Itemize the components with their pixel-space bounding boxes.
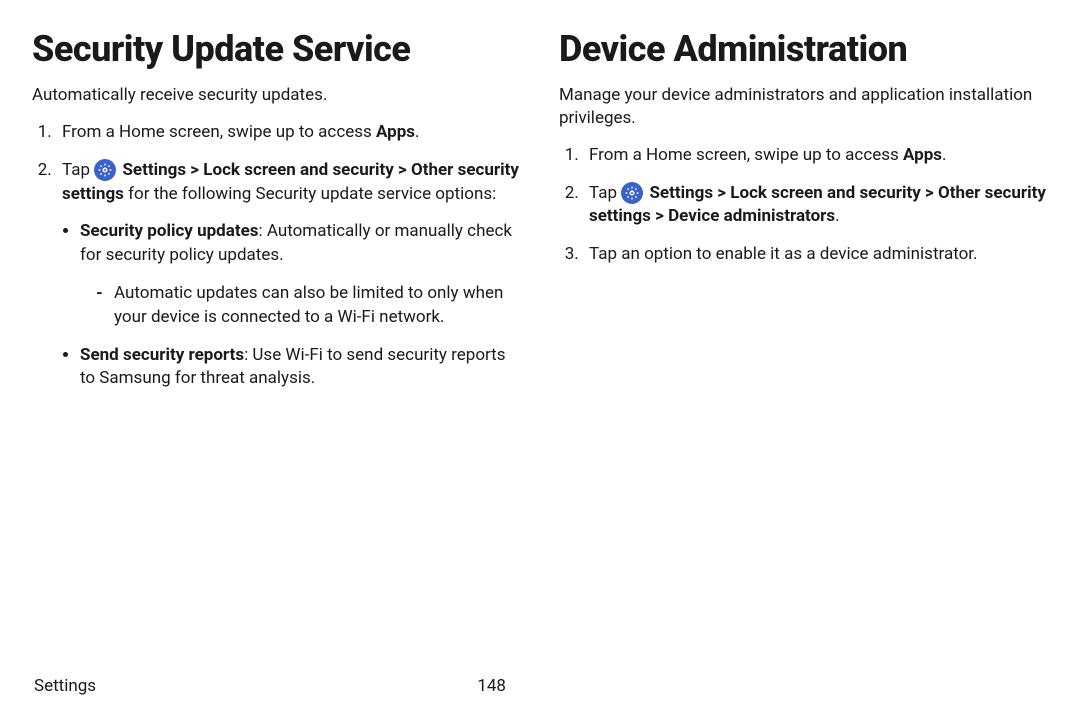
intro-text: Automatically receive security updates. (32, 84, 521, 107)
step-1: From a Home screen, swipe up to access A… (583, 144, 1048, 168)
steps-list: From a Home screen, swipe up to access A… (559, 144, 1048, 267)
heading-security-update: Security Update Service (32, 28, 521, 70)
heading-device-admin: Device Administration (559, 28, 1048, 70)
step-3: Tap an option to enable it as a device a… (583, 243, 1048, 267)
dash-list: Automatic updates can also be limited to… (80, 282, 521, 330)
step-2: Tap Settings > Lock screen and security … (56, 159, 521, 391)
dash-auto-updates: Automatic updates can also be limited to… (96, 282, 521, 330)
intro-text: Manage your device administrators and ap… (559, 84, 1048, 130)
steps-list: From a Home screen, swipe up to access A… (32, 121, 521, 391)
settings-icon (94, 159, 116, 181)
footer-section: Settings (34, 676, 96, 696)
footer-page-number: 148 (477, 676, 506, 696)
step-1: From a Home screen, swipe up to access A… (56, 121, 521, 145)
settings-icon (621, 182, 643, 204)
sub-bullets: Security policy updates: Automatically o… (62, 220, 521, 391)
left-column: Security Update Service Automatically re… (32, 28, 521, 405)
bullet-security-reports: Send security reports: Use Wi-Fi to send… (80, 344, 521, 392)
step-2: Tap Settings > Lock screen and security … (583, 182, 1048, 230)
page-footer: Settings 148 (32, 676, 1048, 696)
bullet-policy-updates: Security policy updates: Automatically o… (80, 220, 521, 329)
right-column: Device Administration Manage your device… (559, 28, 1048, 405)
